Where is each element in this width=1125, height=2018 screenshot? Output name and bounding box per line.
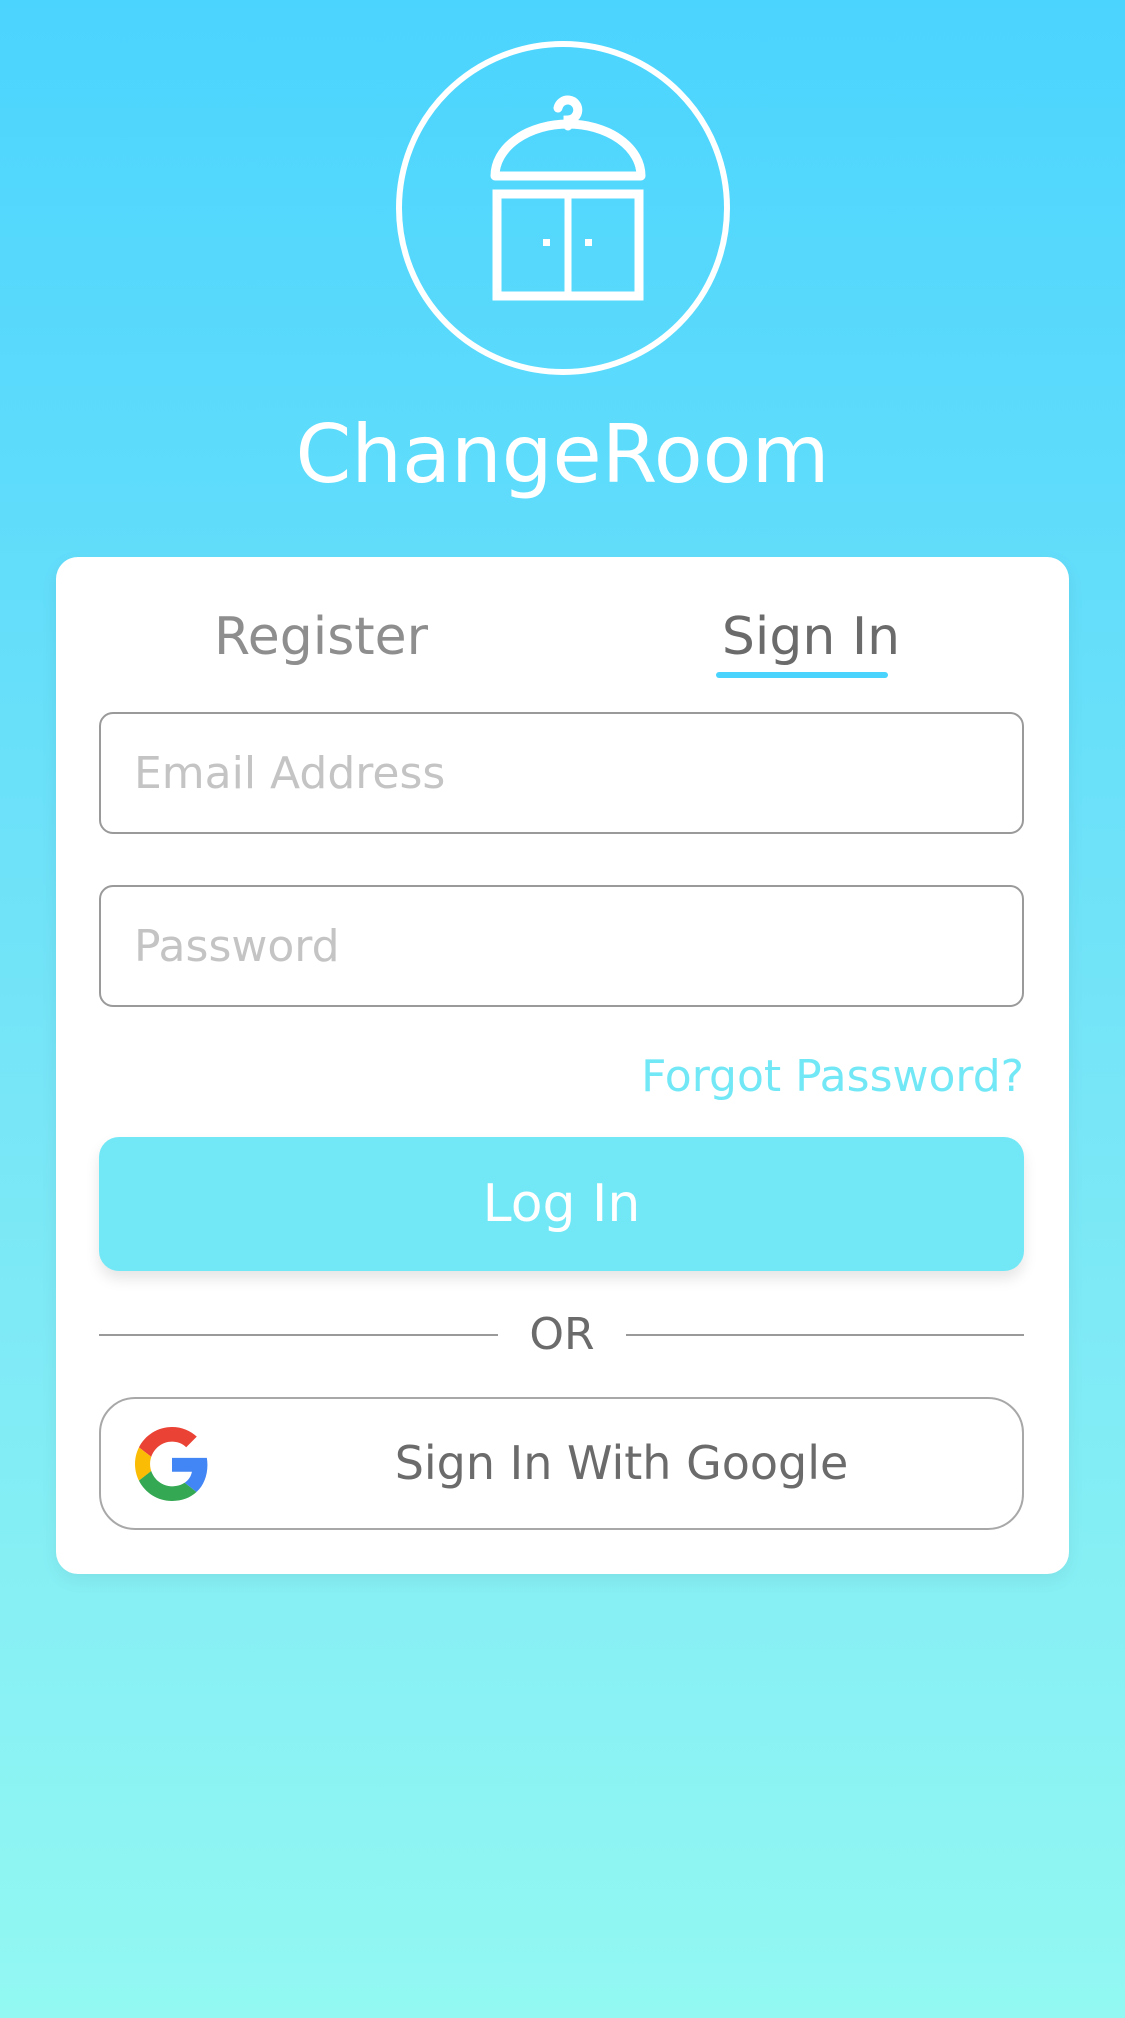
auth-card: Register Sign In Forgot Password? Log In… <box>56 557 1069 1574</box>
google-sign-in-label: Sign In With Google <box>394 1436 849 1490</box>
divider-line-right <box>626 1334 1024 1336</box>
google-sign-in-button[interactable]: Sign In With Google <box>99 1397 1024 1530</box>
wardrobe-logo-icon <box>396 41 730 375</box>
google-icon <box>135 1427 208 1501</box>
active-tab-indicator <box>716 672 888 678</box>
tab-sign-in[interactable]: Sign In <box>716 597 906 677</box>
log-in-button[interactable]: Log In <box>99 1137 1024 1271</box>
or-divider-label: OR <box>529 1309 595 1360</box>
forgot-password-link[interactable]: Forgot Password? <box>641 1042 1024 1112</box>
email-field[interactable] <box>99 712 1024 834</box>
password-field[interactable] <box>99 885 1024 1007</box>
tab-register[interactable]: Register <box>206 597 436 677</box>
app-title: ChangeRoom <box>295 408 830 501</box>
divider-line-left <box>99 1334 498 1336</box>
